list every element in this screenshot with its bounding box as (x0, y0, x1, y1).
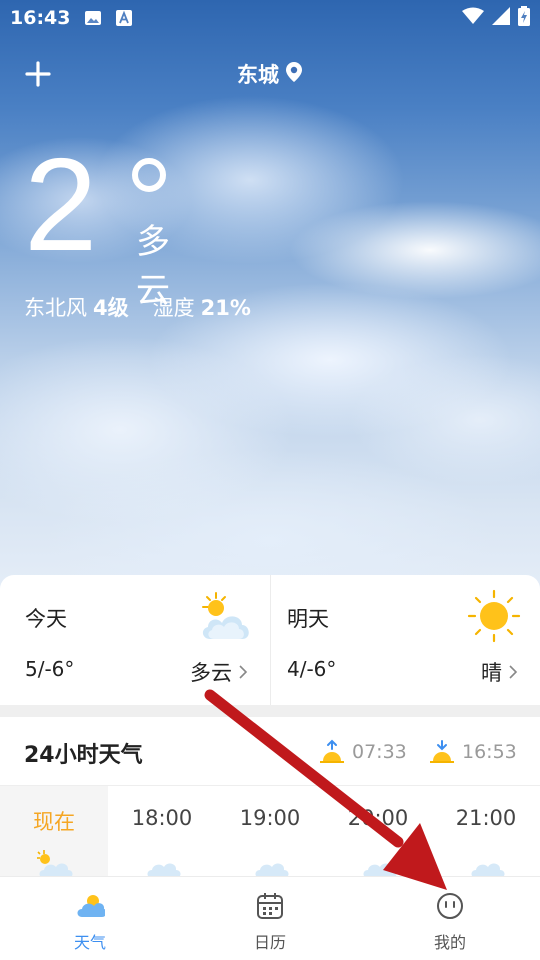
sunrise: 07:33 (318, 739, 407, 765)
hourly-forecast-row[interactable]: 现在 18:00 19:00 20:00 21:00 (0, 786, 540, 878)
tomorrow-temp-range: 4/-6° (287, 657, 337, 681)
tab-label: 天气 (73, 933, 106, 952)
tab-label: 我的 (433, 933, 466, 952)
hour-label: 18:00 (131, 806, 193, 830)
hourly-title: 24小时天气 (24, 743, 143, 768)
today-condition: 多云 (190, 661, 232, 685)
sunset: 16:53 (428, 739, 517, 765)
section-divider (0, 705, 540, 717)
tab-calendar[interactable]: 日历 (180, 877, 360, 960)
tomorrow-condition: 晴 (481, 661, 502, 685)
hour-2100[interactable]: 21:00 (432, 786, 540, 878)
hour-label: 19:00 (239, 806, 301, 830)
wifi-icon (462, 7, 484, 29)
today-card[interactable]: 今天 5/-6° 多云 (0, 575, 270, 705)
image-icon (84, 10, 102, 26)
status-bar: 16:43 (0, 0, 540, 36)
humidity-label: 湿度 (152, 296, 195, 320)
today-temp-range: 5/-6° (25, 657, 75, 681)
wind-label: 东北风 (24, 296, 87, 320)
tomorrow-condition-link[interactable]: 晴 (481, 657, 518, 687)
sunset-icon (430, 740, 454, 763)
moon-cloud-icon (255, 852, 289, 878)
humidity-value: 21% (200, 296, 251, 320)
degree-symbol (132, 158, 166, 192)
moon-cloud-icon (147, 852, 181, 878)
weather-icon (77, 895, 105, 917)
hour-1800[interactable]: 18:00 (108, 786, 216, 878)
sunrise-icon (320, 739, 344, 763)
hour-label: 21:00 (455, 806, 517, 830)
signal-icon (492, 7, 510, 29)
sun-cloud-icon (37, 850, 73, 878)
hour-1900[interactable]: 19:00 (216, 786, 324, 878)
calendar-icon (257, 893, 283, 919)
wind-value: 4级 (93, 296, 129, 320)
location-pin-icon[interactable] (285, 61, 303, 87)
tomorrow-label: 明天 (287, 607, 329, 631)
hour-label: 20:00 (347, 806, 409, 830)
chevron-right-icon (239, 665, 248, 679)
today-condition-link[interactable]: 多云 (190, 657, 248, 687)
hour-2000[interactable]: 20:00 (324, 786, 432, 878)
top-bar: 东城 (0, 52, 540, 96)
tomorrow-card[interactable]: 明天 4/-6° 晴 (270, 575, 540, 705)
current-weather: 2 多云 (24, 131, 170, 312)
moon-cloud-icon (471, 852, 505, 878)
sunrise-time: 07:33 (352, 741, 407, 763)
wind-humidity-row: 东北风 4级 湿度 21% (24, 292, 269, 322)
tab-profile[interactable]: 我的 (360, 877, 540, 960)
battery-charging-icon (518, 6, 530, 30)
font-a-icon (116, 10, 133, 26)
today-label: 今天 (25, 607, 67, 631)
sunset-time: 16:53 (462, 741, 517, 763)
chevron-right-icon (509, 665, 518, 679)
city-selector: 东城 (0, 58, 540, 90)
tab-weather[interactable]: 天气 (0, 877, 180, 960)
partly-cloudy-icon (202, 592, 249, 639)
temperature-value: 2 (24, 131, 98, 278)
profile-face-icon (437, 893, 463, 919)
tab-label: 日历 (253, 933, 286, 952)
moon-cloud-icon (363, 852, 397, 878)
city-name[interactable]: 东城 (237, 59, 279, 89)
hour-label: 现在 (33, 810, 75, 834)
hourly-header: 24小时天气 07:33 16:53 (0, 717, 540, 785)
status-time: 16:43 (10, 7, 71, 29)
add-city-button[interactable] (22, 58, 54, 90)
sun-icon (467, 589, 521, 643)
day-forecast-cards: 今天 5/-6° 多云 明天 4/-6° 晴 (0, 575, 540, 705)
plus-icon (25, 61, 51, 87)
hour-now[interactable]: 现在 (0, 786, 108, 878)
bottom-tab-bar: 天气 日历 我的 (0, 876, 540, 960)
